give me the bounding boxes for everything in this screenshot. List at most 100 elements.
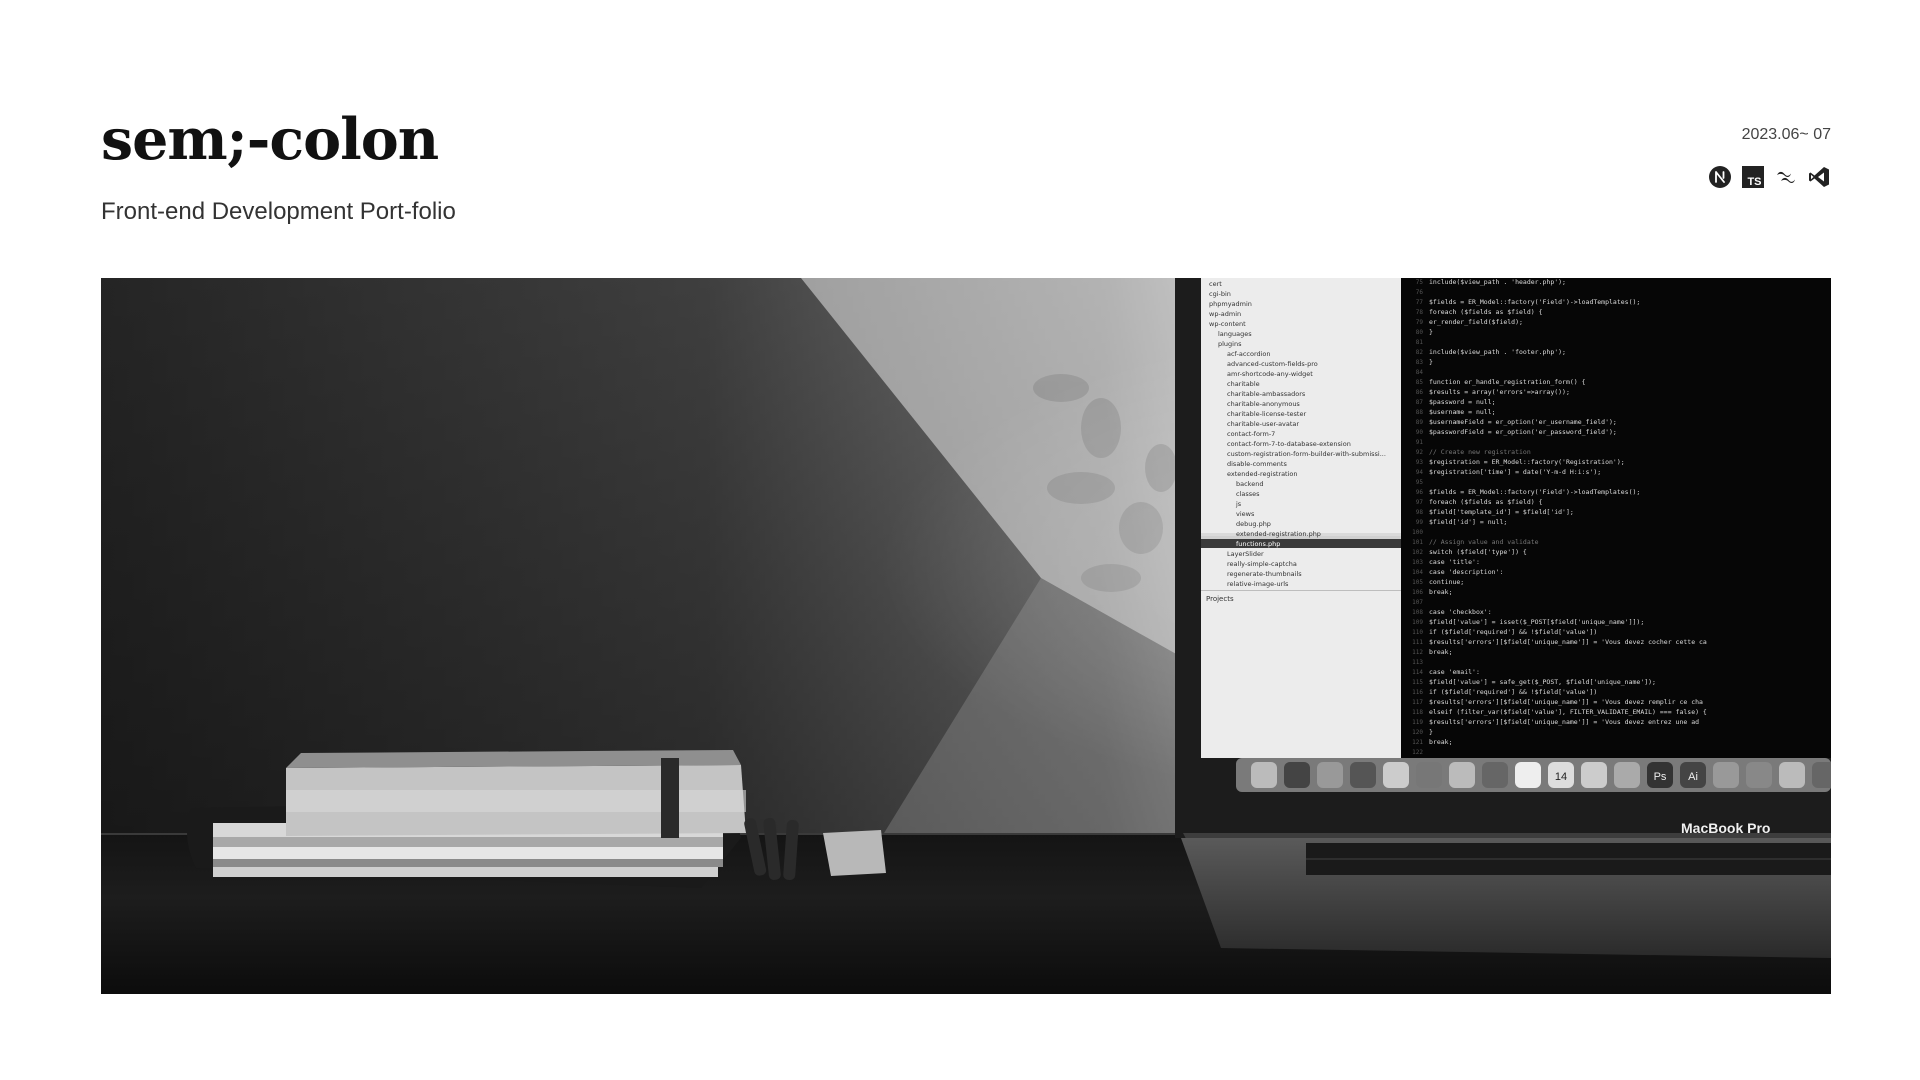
tech-stack-icons: TS (1708, 165, 1831, 189)
dock-app-label: Ai (1688, 771, 1698, 783)
code-line-number: 108 (1412, 609, 1423, 616)
code-line-number: 78 (1416, 309, 1424, 316)
file-tree-item: acf-accordion (1227, 350, 1271, 358)
code-line-number: 119 (1412, 719, 1423, 726)
code-line: $results['errors'][$field['unique_name']… (1429, 698, 1703, 706)
code-line: $fields = ER_Model::factory('Field')->lo… (1429, 298, 1640, 306)
code-line: break; (1429, 648, 1452, 656)
code-line-number: 84 (1416, 369, 1424, 376)
code-line-number: 98 (1416, 509, 1424, 516)
code-line-number: 97 (1416, 499, 1424, 506)
code-line-number: 76 (1416, 289, 1424, 296)
code-line: case 'checkbox': (1429, 608, 1492, 616)
code-line-number: 115 (1412, 679, 1423, 686)
code-line-number: 77 (1416, 299, 1424, 306)
code-line: $results['errors'][$field['unique_name']… (1429, 638, 1707, 646)
code-line-number: 93 (1416, 459, 1424, 466)
dock-app-label: Ps (1654, 771, 1667, 783)
dock-app-icon (1779, 762, 1805, 788)
hero-image: MacBook Pro cert cgi-bin phpmyadmin wp-admi… (101, 278, 1831, 994)
code-line-number: 102 (1412, 549, 1423, 556)
code-line: case 'email': (1429, 668, 1480, 676)
typescript-icon: TS (1742, 166, 1764, 188)
code-line-number: 103 (1412, 559, 1423, 566)
sidebar-footer-label: Projects (1206, 595, 1234, 603)
code-line-number: 82 (1416, 349, 1424, 356)
file-tree-item: charitable-ambassadors (1227, 390, 1306, 398)
dock-app-icon (1416, 762, 1442, 788)
file-tree-item: functions.php (1236, 540, 1280, 548)
dock-app-icon (1746, 762, 1772, 788)
file-tree-item: languages (1218, 330, 1252, 338)
file-tree-item: charitable-anonymous (1227, 400, 1300, 408)
code-line-number: 113 (1412, 659, 1423, 666)
code-line-number: 111 (1412, 639, 1423, 646)
code-line-number: 88 (1416, 409, 1424, 416)
code-line: case 'description': (1429, 568, 1503, 576)
dock-app-icon (1581, 762, 1607, 788)
file-tree-item: amr-shortcode-any-widget (1227, 370, 1313, 378)
code-line: elseif (filter_var($field['value'], FILT… (1429, 708, 1707, 716)
code-line: case 'title': (1429, 558, 1480, 566)
dock-app-icon (1713, 762, 1739, 788)
dock-app-icon (1317, 762, 1343, 788)
code-line-number: 100 (1412, 529, 1423, 536)
code-line-number: 83 (1416, 359, 1424, 366)
code-line: } (1429, 358, 1433, 366)
code-line-number: 120 (1412, 729, 1423, 736)
code-line: switch ($field['type']) { (1429, 548, 1527, 556)
code-line-number: 75 (1416, 279, 1424, 286)
code-line-number: 99 (1416, 519, 1424, 526)
code-line: $field['value'] = safe_get($_POST, $fiel… (1429, 678, 1656, 686)
code-line-number: 105 (1412, 579, 1423, 586)
file-tree-item: charitable-license-tester (1227, 410, 1306, 418)
file-tree-item: phpmyadmin (1209, 300, 1252, 308)
typescript-badge-text: TS (1747, 176, 1761, 188)
code-line-number: 95 (1416, 479, 1424, 486)
code-line: } (1429, 328, 1433, 336)
file-tree-item: cgi-bin (1209, 290, 1231, 298)
code-line-number: 112 (1412, 649, 1423, 656)
file-tree-item: charitable (1227, 380, 1260, 388)
file-tree-item: really-simple-captcha (1227, 560, 1297, 568)
code-line: // Create new registration (1429, 448, 1531, 456)
site-title[interactable]: sem;-colon (101, 104, 439, 176)
site-subtitle: Front-end Development Port-folio (101, 198, 456, 225)
dock-app-icon (1449, 762, 1475, 788)
dock-app-icon (1350, 762, 1376, 788)
code-line: include($view_path . 'footer.php'); (1429, 348, 1566, 356)
file-tree-item: cert (1209, 280, 1222, 288)
code-line: if ($field['required'] && !$field['value… (1429, 628, 1597, 636)
code-line: $field['template_id'] = $field['id']; (1429, 508, 1574, 516)
code-line-number: 121 (1412, 739, 1423, 746)
code-line: $username = null; (1429, 408, 1496, 416)
code-line-number: 96 (1416, 489, 1424, 496)
dock-app-icon (1251, 762, 1277, 788)
file-tree-item: disable-comments (1227, 460, 1287, 468)
portfolio-page: sem;-colon Front-end Development Port-fo… (0, 0, 1920, 1080)
file-tree-item: LayerSlider (1227, 550, 1264, 558)
file-tree-item: wp-admin (1209, 310, 1241, 318)
code-line: function er_handle_registration_form() { (1429, 378, 1586, 386)
file-tree-item: charitable-user-avatar (1227, 420, 1299, 428)
code-line: $field['id'] = null; (1429, 518, 1507, 526)
code-line-number: 85 (1416, 379, 1424, 386)
code-line: foreach ($fields as $field) { (1429, 498, 1543, 506)
code-line-number: 86 (1416, 389, 1424, 396)
code-line-number: 109 (1412, 619, 1423, 626)
dock-app-icon (1614, 762, 1640, 788)
file-tree-item: contact-form-7 (1227, 430, 1275, 438)
code-line: $password = null; (1429, 398, 1496, 406)
code-line: $results['errors'][$field['unique_name']… (1429, 718, 1699, 726)
code-line: $fields = ER_Model::factory('Field')->lo… (1429, 488, 1640, 496)
code-line-number: 110 (1412, 629, 1423, 636)
project-period: 2023.06~ 07 (1741, 126, 1831, 143)
dock-app-label: 14 (1555, 771, 1567, 783)
code-line-number: 92 (1416, 449, 1424, 456)
code-line: // Assign value and validate (1429, 538, 1539, 546)
file-tree-item: views (1236, 510, 1255, 518)
file-tree-item: debug.php (1236, 520, 1271, 528)
code-line-number: 79 (1416, 319, 1424, 326)
code-line: break; (1429, 588, 1452, 596)
code-line: $usernameField = er_option('er_username_… (1429, 418, 1617, 426)
